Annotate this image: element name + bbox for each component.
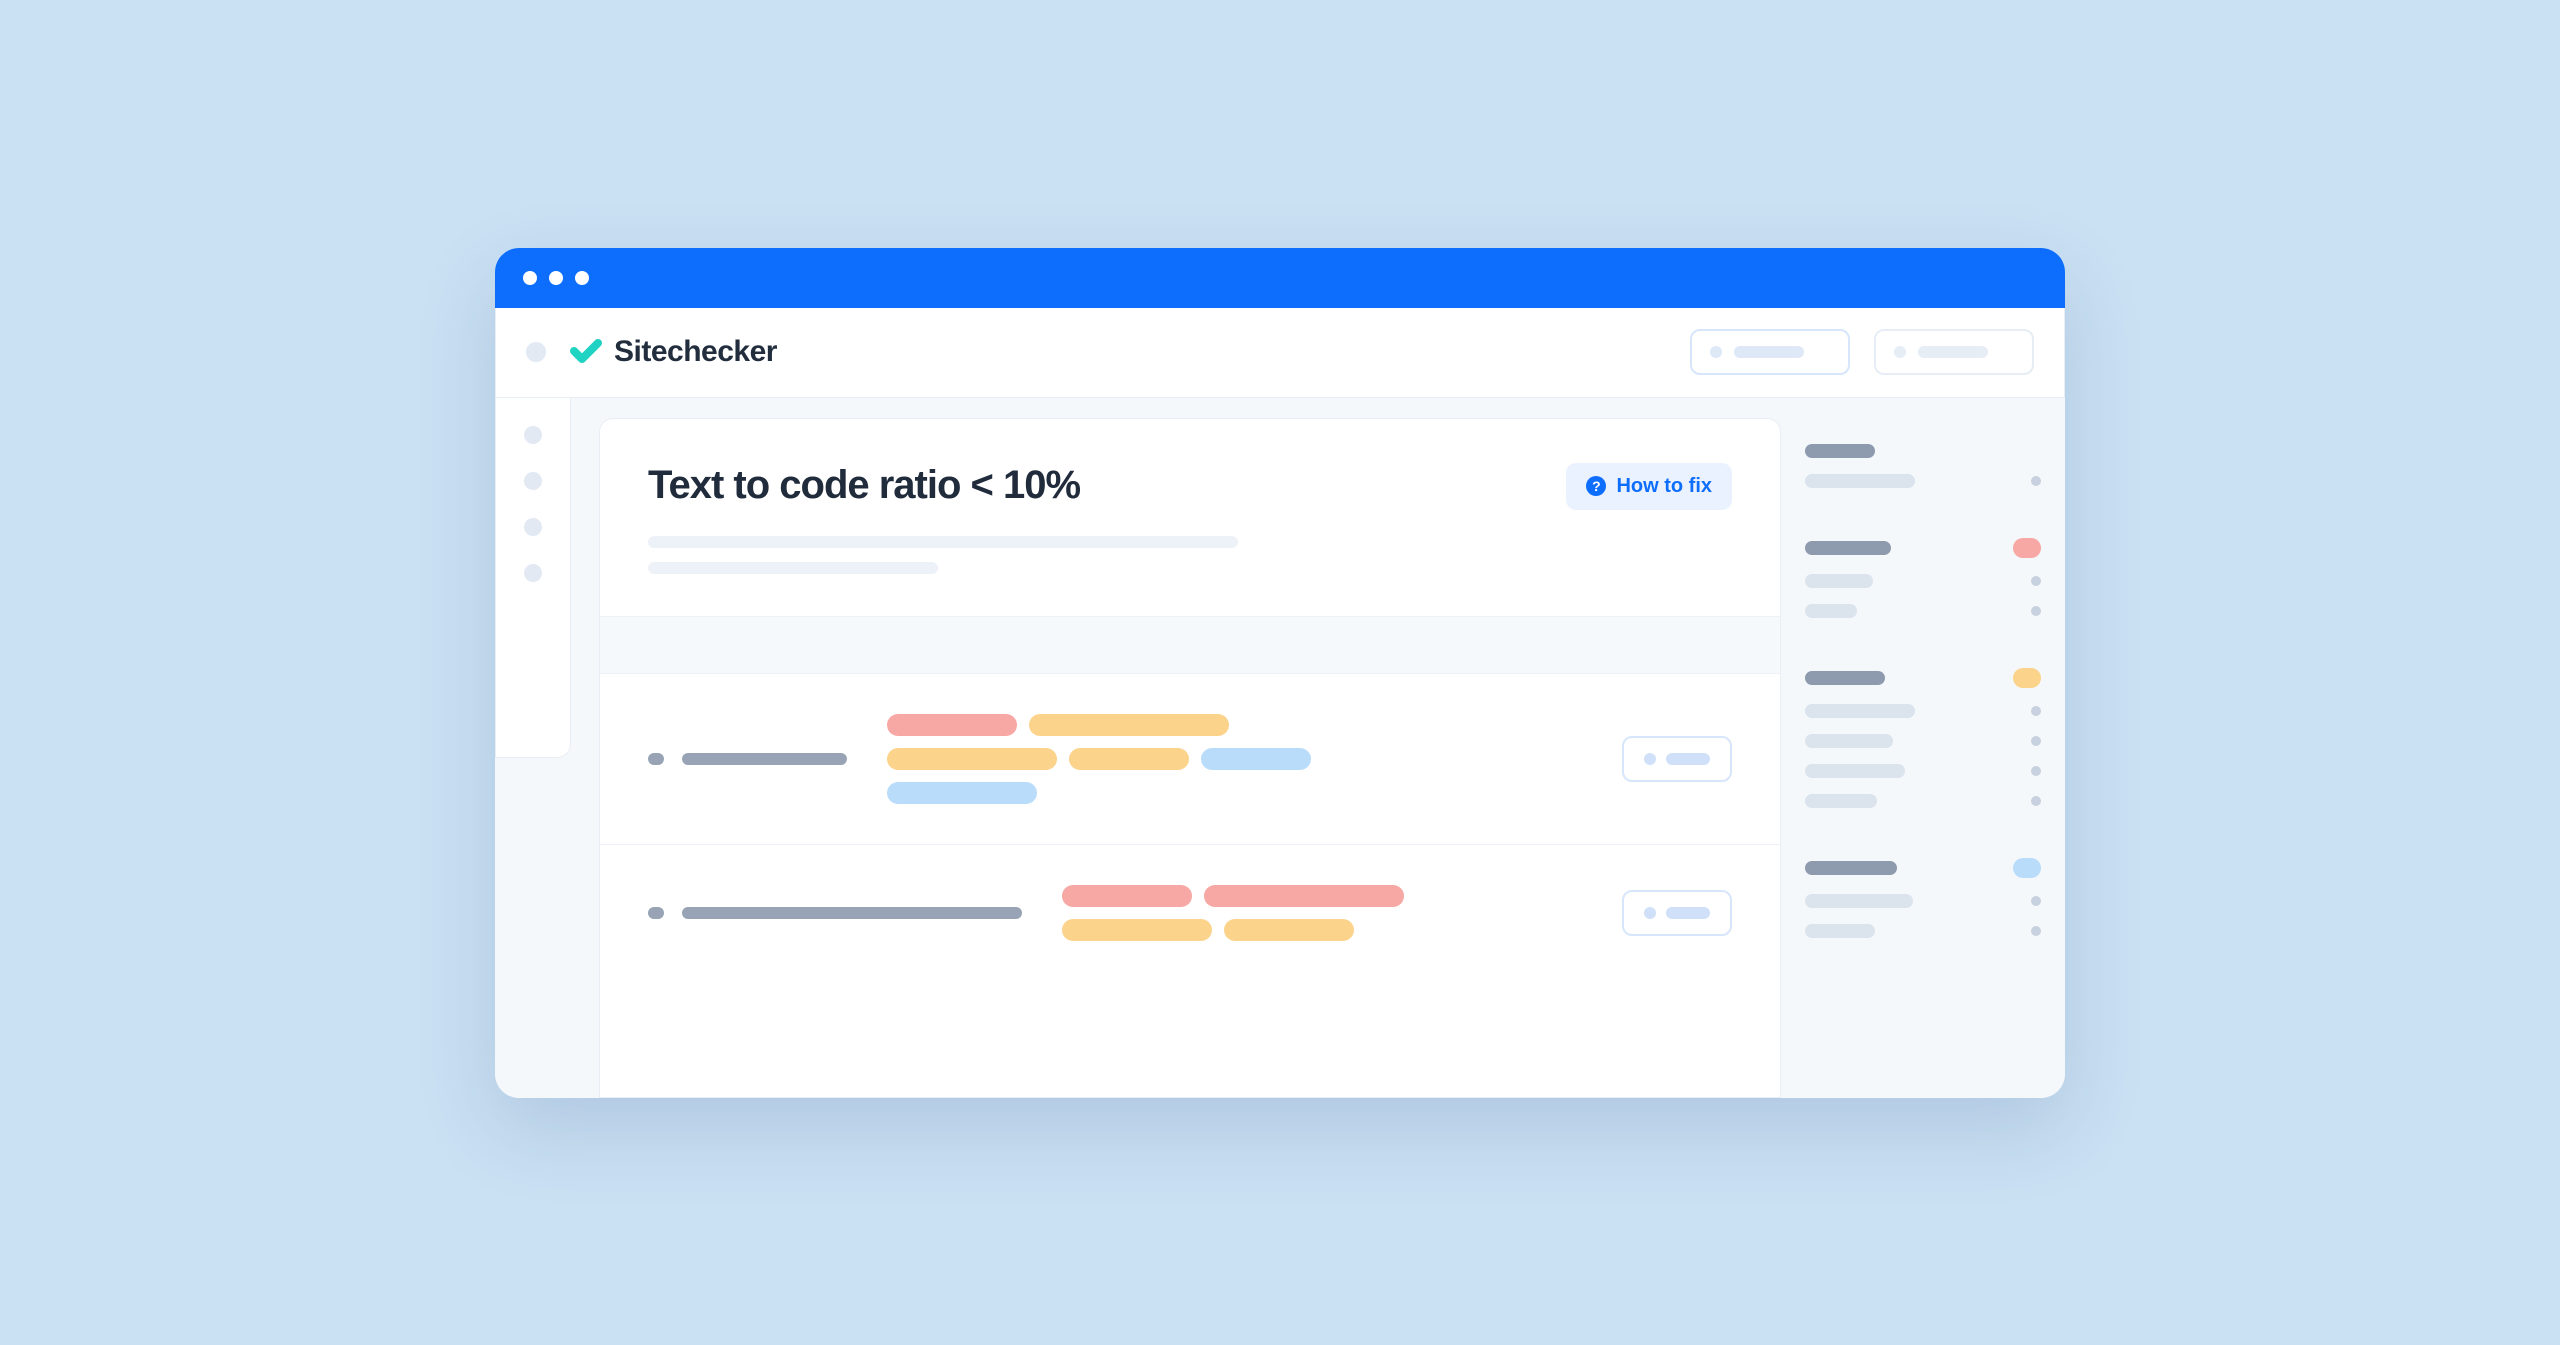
- tag-pill: [1201, 748, 1311, 770]
- aside-item[interactable]: [1805, 794, 2041, 808]
- aside-group-header[interactable]: [1805, 858, 2041, 878]
- aside-item[interactable]: [1805, 924, 2041, 938]
- row-label: [648, 753, 847, 765]
- result-row: [600, 674, 1780, 845]
- dot-icon: [2031, 476, 2041, 486]
- result-row: [600, 845, 1780, 981]
- dot-icon: [2031, 736, 2041, 746]
- tag-pill: [887, 748, 1057, 770]
- row-label: [648, 907, 1022, 919]
- brand-logo[interactable]: Sitechecker: [570, 335, 777, 369]
- help-icon: ?: [1586, 476, 1606, 496]
- dot-icon: [2031, 926, 2041, 936]
- aside-group-header[interactable]: [1805, 444, 2041, 458]
- header-action-secondary[interactable]: [1874, 329, 2034, 375]
- aside-item[interactable]: [1805, 604, 2041, 618]
- filter-bar: [600, 616, 1780, 674]
- tag-pill: [1069, 748, 1189, 770]
- sidebar-item[interactable]: [524, 518, 542, 536]
- window-minimize-icon[interactable]: [549, 271, 563, 285]
- page-title: Text to code ratio < 10%: [648, 463, 1080, 508]
- aside-item[interactable]: [1805, 734, 2041, 748]
- main-panel: Text to code ratio < 10% ? How to fix: [599, 418, 1781, 1098]
- row-action-button[interactable]: [1622, 736, 1732, 782]
- placeholder-bar: [1918, 346, 1988, 358]
- window-titlebar: [495, 248, 2065, 308]
- aside-group-header[interactable]: [1805, 668, 2041, 688]
- row-tags: [1062, 885, 1522, 941]
- tag-pill: [1224, 919, 1354, 941]
- window-maximize-icon[interactable]: [575, 271, 589, 285]
- how-to-fix-button[interactable]: ? How to fix: [1566, 463, 1732, 510]
- panel-header: Text to code ratio < 10% ? How to fix: [600, 419, 1780, 616]
- aside-item[interactable]: [1805, 474, 2041, 488]
- aside-group-header[interactable]: [1805, 538, 2041, 558]
- description-skeleton: [648, 536, 1732, 574]
- aside-group: [1805, 668, 2041, 824]
- badge-icon: [2013, 668, 2041, 688]
- aside-item[interactable]: [1805, 704, 2041, 718]
- row-action-button[interactable]: [1622, 890, 1732, 936]
- aside-group: [1805, 858, 2041, 954]
- results-list: [600, 674, 1780, 981]
- sidebar-nav: [495, 398, 571, 758]
- dot-icon: [2031, 706, 2041, 716]
- window-close-icon[interactable]: [523, 271, 537, 285]
- right-sidebar: [1805, 418, 2041, 1098]
- aside-group: [1805, 444, 2041, 504]
- tag-pill: [1062, 919, 1212, 941]
- brand-name: Sitechecker: [614, 335, 777, 369]
- aside-item[interactable]: [1805, 574, 2041, 588]
- content-area: Text to code ratio < 10% ? How to fix: [571, 398, 2065, 1098]
- dot-icon: [2031, 796, 2041, 806]
- dot-icon: [2031, 766, 2041, 776]
- tag-pill: [887, 782, 1037, 804]
- checkmark-icon: [570, 339, 602, 365]
- dot-icon: [2031, 606, 2041, 616]
- row-tags: [887, 714, 1347, 804]
- badge-icon: [2013, 538, 2041, 558]
- tag-pill: [887, 714, 1017, 736]
- app-body: Text to code ratio < 10% ? How to fix: [495, 398, 2065, 1098]
- sidebar-item[interactable]: [524, 564, 542, 582]
- sidebar-item[interactable]: [524, 426, 542, 444]
- sidebar-item[interactable]: [524, 472, 542, 490]
- tag-pill: [1029, 714, 1229, 736]
- aside-group: [1805, 538, 2041, 634]
- aside-item[interactable]: [1805, 894, 2041, 908]
- app-window: Sitechecker Text to code ratio < 10% ? H…: [495, 248, 2065, 1098]
- tag-pill: [1204, 885, 1404, 907]
- dot-icon: [2031, 896, 2041, 906]
- how-to-fix-label: How to fix: [1616, 475, 1712, 498]
- dot-icon: [1894, 346, 1906, 358]
- badge-icon: [2013, 858, 2041, 878]
- tag-pill: [1062, 885, 1192, 907]
- app-header: Sitechecker: [495, 308, 2065, 398]
- dot-icon: [1710, 346, 1722, 358]
- dot-icon: [2031, 576, 2041, 586]
- placeholder-bar: [1734, 346, 1804, 358]
- aside-item[interactable]: [1805, 764, 2041, 778]
- menu-icon[interactable]: [526, 342, 546, 362]
- header-action-primary[interactable]: [1690, 329, 1850, 375]
